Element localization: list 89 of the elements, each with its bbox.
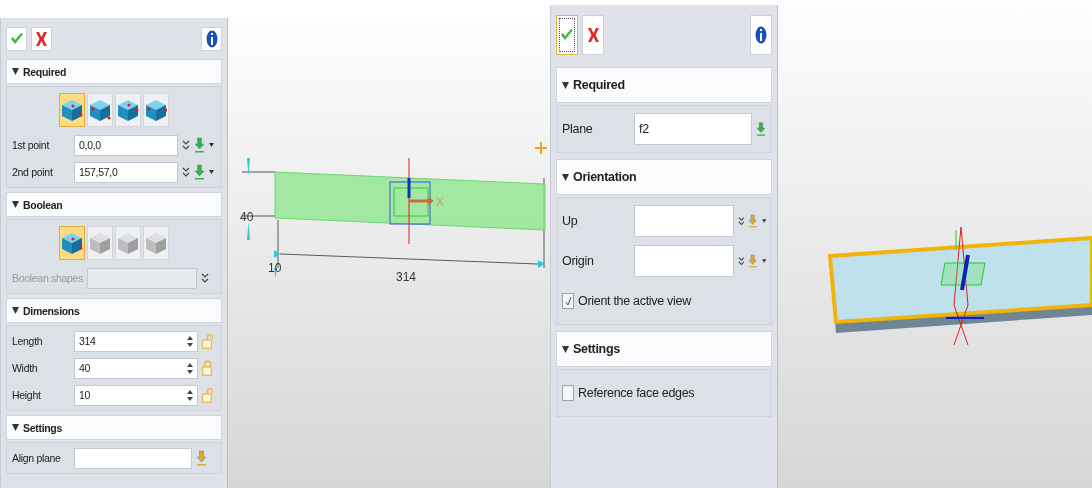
- field-label: Align plane: [12, 452, 62, 464]
- dropdown-caret-icon[interactable]: [761, 259, 766, 263]
- info-button[interactable]: [201, 26, 222, 51]
- checkbox-label: Orient the active view: [578, 294, 691, 308]
- spinner-arrows-icon[interactable]: [187, 389, 193, 401]
- section-title: Orientation: [573, 170, 637, 184]
- sparkle-icon: [534, 141, 548, 155]
- dropdown-caret-icon[interactable]: [209, 170, 214, 174]
- ok-button[interactable]: [556, 15, 578, 55]
- checkbox[interactable]: [562, 293, 574, 309]
- dimension-label: 10: [268, 261, 282, 275]
- dimension-label: 40: [240, 210, 254, 224]
- section-header[interactable]: Required: [556, 67, 772, 103]
- cube-icon: [117, 98, 139, 122]
- solid-shape-icon: [145, 231, 167, 255]
- close-icon: [586, 27, 600, 43]
- section-header[interactable]: Boolean: [6, 192, 222, 217]
- section-header[interactable]: Dimensions: [6, 298, 222, 323]
- field-value: 314: [79, 335, 97, 347]
- spinner-arrows-icon[interactable]: [187, 362, 193, 374]
- input-field[interactable]: [634, 245, 734, 277]
- collapse-icon[interactable]: [12, 68, 19, 75]
- collapse-icon[interactable]: [562, 345, 569, 353]
- option-button[interactable]: [143, 93, 169, 127]
- section-title: Dimensions: [23, 304, 80, 317]
- collapse-icon[interactable]: [12, 424, 19, 431]
- field-label: Height: [12, 389, 42, 401]
- section-title: Required: [23, 65, 67, 78]
- cube-icon: [61, 231, 83, 255]
- double-chevron-icon[interactable]: [737, 255, 745, 267]
- input-field[interactable]: 0,0,0: [74, 134, 178, 156]
- collapse-icon[interactable]: [562, 81, 569, 89]
- field-value: 10: [79, 389, 92, 401]
- collapse-icon[interactable]: [12, 307, 19, 314]
- checkbox-label: Reference face edges: [578, 386, 695, 400]
- option-button[interactable]: [59, 226, 85, 260]
- checkbox[interactable]: [562, 385, 574, 401]
- cube-icon: [145, 98, 167, 122]
- field-value: 40: [79, 362, 92, 374]
- dropdown-caret-icon[interactable]: [209, 143, 214, 147]
- info-icon: [205, 29, 218, 48]
- double-chevron-icon[interactable]: [182, 166, 190, 178]
- field-label: Width: [12, 362, 39, 374]
- section-title: Settings: [573, 342, 620, 356]
- collapse-icon[interactable]: [12, 201, 19, 208]
- section-header[interactable]: Orientation: [556, 159, 772, 195]
- tick-icon: [564, 296, 572, 306]
- field-label: Up: [562, 214, 579, 228]
- option-button[interactable]: [115, 93, 141, 127]
- axis-label: X: [436, 195, 444, 209]
- field-label: Plane: [562, 122, 594, 136]
- cube-icon: [61, 98, 83, 122]
- field-label: Origin: [562, 254, 595, 268]
- spinner-arrows-icon[interactable]: [187, 335, 193, 347]
- solid-shape-icon: [117, 231, 139, 255]
- cancel-button[interactable]: [31, 26, 52, 51]
- double-chevron-icon[interactable]: [182, 139, 190, 151]
- input-field[interactable]: 157,57,0: [74, 161, 178, 183]
- section-header[interactable]: Settings: [6, 415, 222, 440]
- number-field[interactable]: 40: [74, 357, 198, 379]
- section-title: Boolean: [23, 198, 63, 211]
- section-title: Required: [573, 78, 625, 92]
- option-button[interactable]: [87, 93, 113, 127]
- field-label: Length: [12, 335, 44, 347]
- solid-shape-icon: [89, 231, 111, 255]
- info-icon: [755, 26, 767, 44]
- dimension-label: 314: [396, 270, 417, 284]
- dropdown-caret-icon[interactable]: [761, 219, 766, 223]
- collapse-icon[interactable]: [562, 173, 569, 181]
- close-icon: [35, 30, 48, 47]
- checkmark-icon: [9, 31, 24, 46]
- checkmark-icon: [560, 28, 574, 42]
- option-button[interactable]: [59, 93, 85, 127]
- cancel-button[interactable]: [582, 15, 604, 55]
- section-header[interactable]: Required: [6, 59, 222, 84]
- number-field[interactable]: 314: [74, 330, 198, 352]
- section-title: Settings: [23, 421, 63, 434]
- input-field[interactable]: [74, 447, 192, 469]
- info-button[interactable]: [750, 15, 772, 55]
- field-label: 2nd point: [12, 166, 54, 178]
- field-label: Boolean shapes: [12, 272, 84, 284]
- number-field[interactable]: 10: [74, 384, 198, 406]
- double-chevron-icon[interactable]: [737, 215, 745, 227]
- input-field[interactable]: f2: [634, 113, 753, 145]
- field-label: 1st point: [12, 139, 51, 151]
- section-header[interactable]: Settings: [556, 331, 772, 367]
- double-chevron-icon[interactable]: [201, 272, 210, 284]
- input-field[interactable]: [634, 205, 734, 237]
- cube-icon: [89, 98, 111, 122]
